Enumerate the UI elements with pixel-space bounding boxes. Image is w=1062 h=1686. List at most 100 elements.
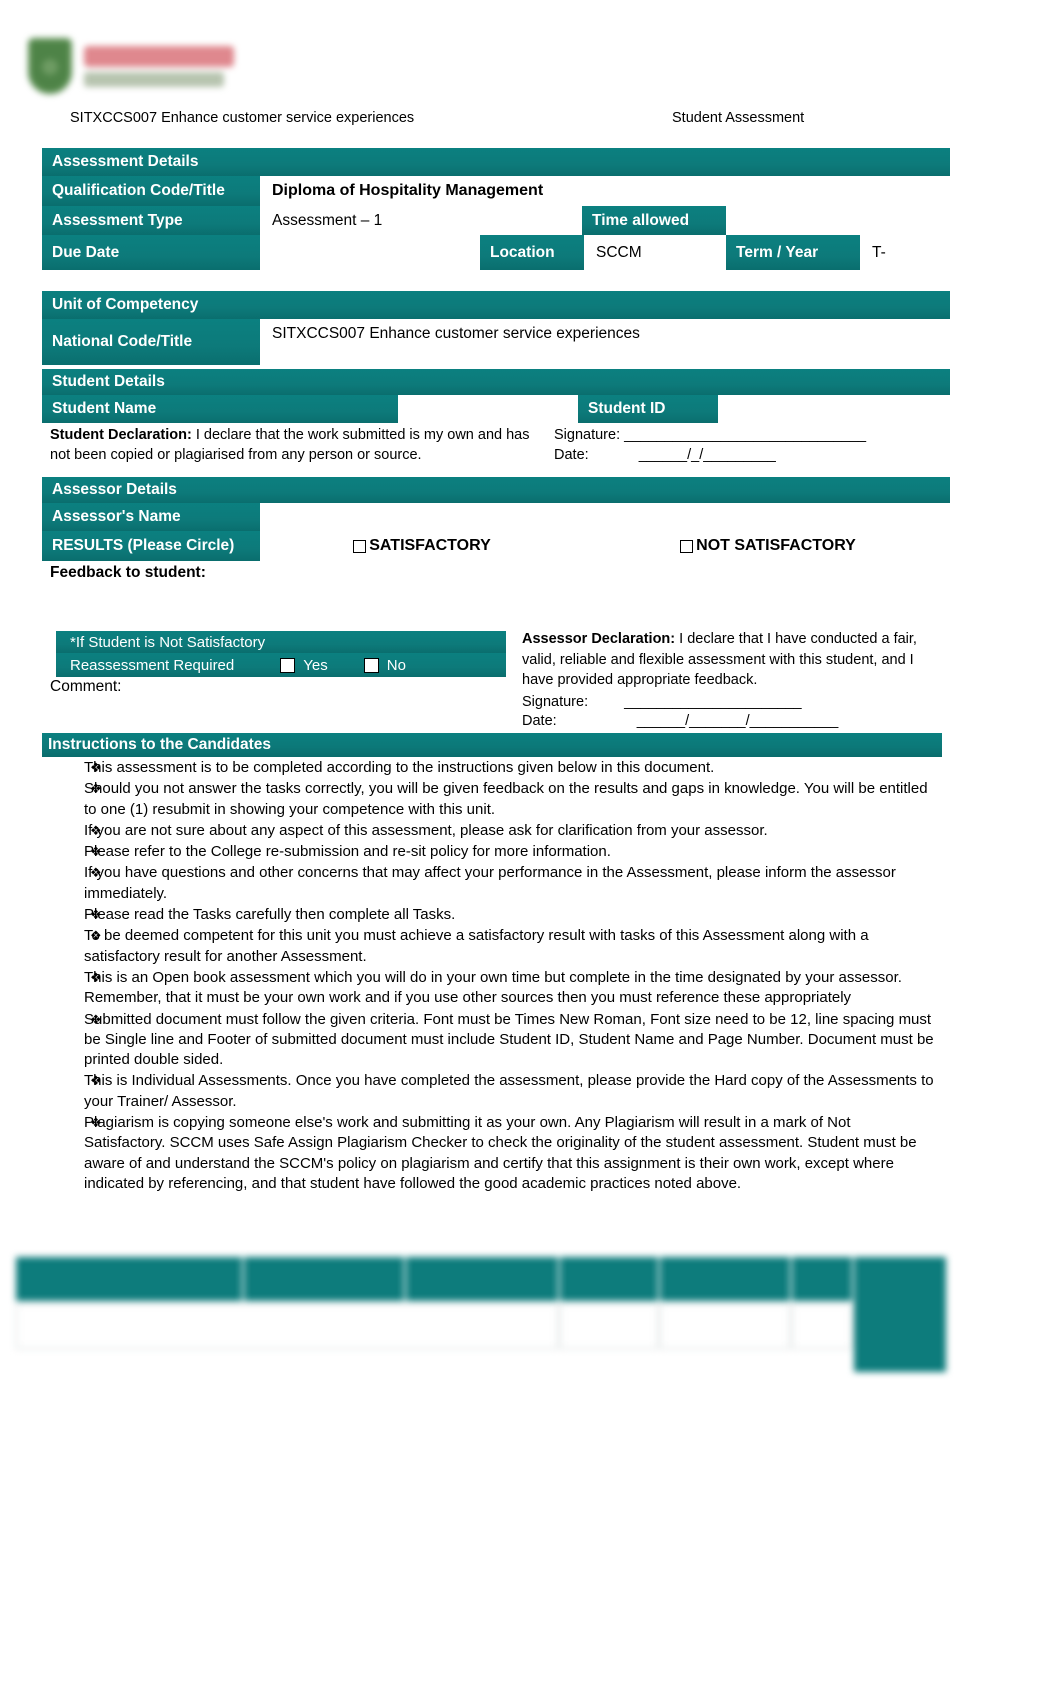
assessor-name-label: Assessor's Name [42,503,260,531]
footer-cell-1 [16,1257,242,1301]
footer-cell-8 [561,1304,657,1348]
instruction-item: ❖ If you have questions and other concern… [42,862,942,904]
instruction-text: Please read the Tasks carefully then com… [84,906,456,924]
instruction-item: ❖ This is Individual Assessments. Once yo… [42,1070,942,1112]
instruction-item: ❖ This is an Open book assessment which y… [42,967,942,1009]
instruction-text: This is Individual Assessments. Once you… [84,1072,934,1110]
feedback-to-student[interactable]: Feedback to student: [42,561,950,608]
comment-label: Comment: [50,678,122,695]
assessor-signature-line[interactable]: ______________________ [624,694,801,710]
due-date-value[interactable] [262,235,478,270]
result-satisfactory-option[interactable]: SATISFACTORY [262,531,582,561]
bullet-icon: ❖ [90,844,102,860]
result-not-satisfactory-option[interactable]: NOT SATISFACTORY [586,531,950,561]
assessor-signature-label: Signature: [522,693,589,710]
bullet-icon: ❖ [90,1073,102,1089]
assessment-type-label: Assessment Type [42,206,260,235]
reassessment-required-label: Reassessment Required [70,656,235,674]
student-date-line[interactable]: ______/_/_________ [639,447,776,463]
bullet-icon: ❖ [90,781,102,797]
footer-table [16,1257,946,1372]
satisfactory-checkbox[interactable] [353,539,367,553]
footer-cell-2 [244,1257,404,1301]
footer-cell-9 [661,1304,789,1348]
assessor-declaration-label: Assessor Declaration: [522,631,676,647]
student-name-value[interactable] [400,395,576,423]
unit-of-competency-table: Unit of Competency National Code/Title S… [42,291,950,365]
term-year-value[interactable]: T- [862,235,950,270]
qualification-label: Qualification Code/Title [42,176,260,206]
location-label: Location [480,235,584,270]
header-doc-type: Student Assessment [672,110,805,126]
instructions-list: ❖ This assessment is to be completed acco… [42,757,942,1194]
location-value[interactable]: SCCM [586,235,724,270]
unit-of-competency-title: Unit of Competency [42,291,950,319]
instruction-text: This is an Open book assessment which yo… [84,968,902,1007]
footer-cell-5 [660,1257,790,1301]
instruction-item: ❖ If you are not sure about any aspect of… [42,820,942,841]
instruction-text: Please refer to the College re-submissio… [84,843,611,861]
student-signature-line[interactable]: ______________________________ [624,427,866,443]
assessor-date-line[interactable]: ______/_______/___________ [637,713,839,729]
footer-page-label [854,1257,946,1372]
instruction-text: This assessment is to be completed accor… [84,759,715,776]
bullet-icon: ❖ [90,822,102,838]
student-declaration-label: Student Declaration: [50,427,192,443]
feedback-label: Feedback to student: [50,564,206,581]
instruction-text: To be deemed competent for this unit you… [84,927,869,965]
instruction-text: If you are not sure about any aspect of … [84,821,768,839]
bullet-icon: ❖ [90,969,102,985]
student-signature-block: Signature: _____________________________… [546,423,950,472]
instruction-item: ❖ Submitted document must follow the give… [42,1009,942,1071]
reassessment-heading: *If Student is Not Satisfactory [56,631,506,653]
term-year-label: Term / Year [726,235,860,270]
footer-cell-4 [560,1257,658,1301]
assessment-type-value[interactable]: Assessment – 1 [262,206,580,235]
assessment-cover-page: SITXCCS007 Enhance customer service expe… [0,0,1062,1686]
footer-cell-6 [792,1257,852,1301]
reassessment-comment[interactable]: Comment: [42,677,512,733]
bullet-icon: ❖ [90,1011,102,1027]
footer-cell-3 [406,1257,558,1301]
instruction-text: Submitted document must follow the given… [84,1010,934,1069]
bullet-icon: ❖ [90,928,102,944]
reassessment-yes-label: Yes [303,656,328,674]
instruction-text: Should you not answer the tasks correctl… [84,780,928,818]
student-id-value[interactable] [720,395,950,423]
student-date-label: Date: [554,446,589,463]
assessor-details-title: Assessor Details [42,477,950,503]
national-code-label: National Code/Title [42,319,260,365]
reassessment-no-label: No [386,656,406,674]
instruction-item: ❖ To be deemed competent for this unit yo… [42,925,942,967]
bullet-icon: ❖ [90,760,102,775]
time-allowed-value[interactable] [728,206,950,235]
bullet-icon: ❖ [90,1115,102,1131]
instruction-text: Plagiarism is copying someone else's wor… [84,1114,917,1192]
header-unit-title: SITXCCS007 Enhance customer service expe… [70,110,415,126]
assessor-declaration: Assessor Declaration: I declare that I h… [512,625,950,733]
assessment-details-title: Assessment Details [42,148,950,176]
instruction-text: If you have questions and other concerns… [84,864,896,902]
footer-cell-7 [17,1304,557,1348]
shield-icon [28,38,72,94]
college-logo [28,30,238,102]
reassessment-declaration-table: *If Student is Not Satisfactory Reassess… [42,625,950,733]
qualification-value[interactable]: Diploma of Hospitality Management [262,176,950,206]
student-signature-label: Signature: [554,427,621,443]
due-date-label: Due Date [42,235,260,270]
instruction-item: ❖ This assessment is to be completed acco… [42,757,942,778]
instructions-box: ❖ This assessment is to be completed acco… [42,757,942,1209]
not-satisfactory-checkbox[interactable] [680,539,694,553]
national-code-value[interactable]: SITXCCS007 Enhance customer service expe… [262,319,950,365]
assessment-details-table: Assessment Details Qualification Code/Ti… [42,148,950,270]
instruction-item: ❖ Should you not answer the tasks correct… [42,778,942,820]
assessor-name-value[interactable] [262,503,950,531]
instruction-item: ❖ Please refer to the College re-submissi… [42,841,942,862]
assessor-date-label: Date: [522,713,557,730]
assessor-details-table: Assessor Details Assessor's Name RESULTS… [42,477,950,608]
bullet-icon: ❖ [90,907,102,923]
reassessment-no-checkbox[interactable] [363,657,379,673]
reassessment-yes-checkbox[interactable] [280,657,296,673]
reassessment-required-row: Reassessment Required Yes No [56,653,506,677]
time-allowed-label: Time allowed [582,206,726,235]
